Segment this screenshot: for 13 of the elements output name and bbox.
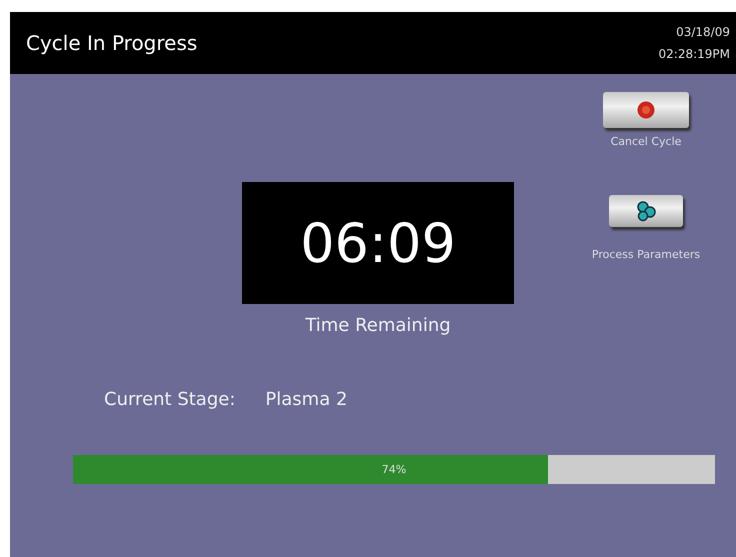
screen-title: Cycle In Progress (26, 30, 198, 57)
time-remaining-label: Time Remaining (305, 314, 451, 338)
button-label: Process Parameters (592, 246, 700, 262)
stage-value: Plasma 2 (265, 388, 348, 412)
button-label: Cancel Cycle (610, 134, 682, 150)
time-text: 02:28:19PM (658, 46, 730, 63)
stop-icon (637, 101, 655, 119)
icon-button[interactable] (603, 92, 689, 128)
date-text: 03/18/09 (675, 24, 730, 41)
stage-label: Current Stage: (104, 388, 236, 412)
progress-percent: 74% (382, 461, 406, 478)
icon-button[interactable] (609, 194, 683, 226)
countdown-display: 06:09 (242, 182, 514, 304)
